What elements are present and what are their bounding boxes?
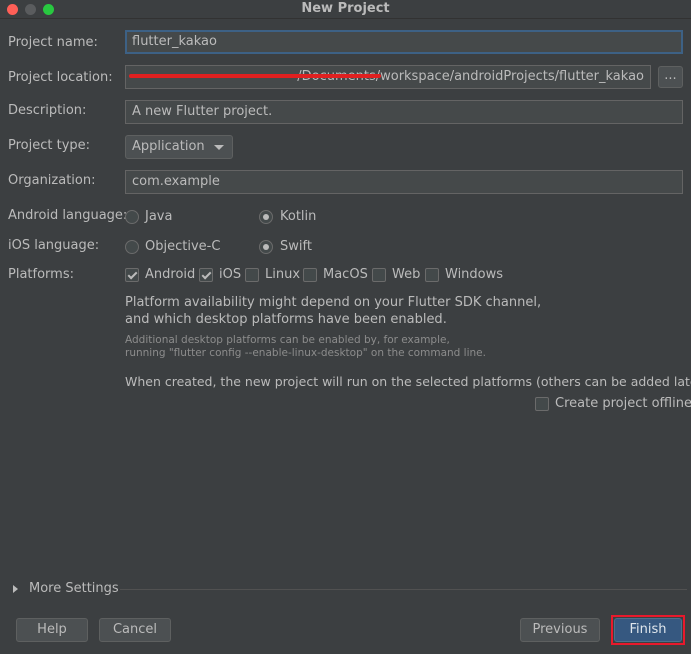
create-offline-label[interactable]: Create project offline — [555, 396, 691, 411]
organization-input[interactable]: com.example — [125, 170, 683, 194]
project-location-label: Project location: — [8, 70, 113, 85]
previous-button[interactable]: Previous — [520, 618, 600, 642]
project-location-input[interactable]: ~/Documents/workspace/androidProjects/fl… — [125, 65, 651, 89]
ios-swift-label[interactable]: Swift — [280, 239, 312, 254]
project-name-label: Project name: — [8, 35, 98, 50]
availability-note-line2: and which desktop platforms have been en… — [125, 312, 447, 327]
availability-note-line1: Platform availability might depend on yo… — [125, 295, 542, 310]
platform-ios-checkbox[interactable] — [199, 268, 213, 282]
android-java-label[interactable]: Java — [145, 209, 172, 224]
android-kotlin-label[interactable]: Kotlin — [280, 209, 316, 224]
project-type-value: Application — [132, 139, 205, 154]
platform-macos-checkbox[interactable] — [303, 268, 317, 282]
more-settings-toggle[interactable]: More Settings — [29, 581, 119, 596]
description-input[interactable]: A new Flutter project. — [125, 100, 683, 124]
platform-macos-label[interactable]: MacOS — [323, 267, 368, 282]
platform-windows-label[interactable]: Windows — [445, 267, 503, 282]
platform-windows-checkbox[interactable] — [425, 268, 439, 282]
android-language-label: Android language: — [8, 208, 128, 223]
created-note: When created, the new project will run o… — [125, 374, 691, 389]
desktop-hint-line2: running "flutter config --enable-linux-d… — [125, 347, 486, 359]
platform-linux-checkbox[interactable] — [245, 268, 259, 282]
help-button[interactable]: Help — [16, 618, 88, 642]
organization-label: Organization: — [8, 173, 96, 188]
browse-location-button[interactable]: ... — [658, 66, 683, 88]
ios-objc-radio[interactable] — [125, 240, 139, 254]
project-type-label: Project type: — [8, 138, 91, 153]
ios-language-label: iOS language: — [8, 238, 100, 253]
platform-web-checkbox[interactable] — [372, 268, 386, 282]
platform-linux-label[interactable]: Linux — [265, 267, 300, 282]
android-kotlin-radio[interactable] — [259, 210, 273, 224]
organization-value: com.example — [132, 174, 220, 189]
window-title: New Project — [301, 1, 390, 16]
chevron-down-icon — [214, 145, 224, 150]
divider — [120, 589, 687, 590]
description-label: Description: — [8, 103, 87, 118]
ios-objc-label[interactable]: Objective-C — [145, 239, 220, 254]
platform-web-label[interactable]: Web — [392, 267, 420, 282]
platform-android-label[interactable]: Android — [145, 267, 195, 282]
create-offline-checkbox[interactable] — [535, 397, 549, 411]
title-bar: New Project — [0, 0, 691, 19]
platforms-label: Platforms: — [8, 267, 74, 282]
platform-ios-label[interactable]: iOS — [219, 267, 241, 282]
android-java-radio[interactable] — [125, 210, 139, 224]
finish-highlight-box — [611, 615, 685, 645]
cancel-button[interactable]: Cancel — [99, 618, 171, 642]
description-value: A new Flutter project. — [132, 104, 273, 119]
chevron-right-icon[interactable] — [13, 585, 18, 593]
ios-swift-radio[interactable] — [259, 240, 273, 254]
project-type-dropdown[interactable]: Application — [125, 135, 233, 159]
redaction-mark — [129, 74, 381, 78]
desktop-hint-line1: Additional desktop platforms can be enab… — [125, 334, 450, 346]
project-name-input[interactable]: flutter_kakao — [125, 30, 683, 54]
platform-android-checkbox[interactable] — [125, 268, 139, 282]
project-name-value: flutter_kakao — [132, 34, 217, 49]
